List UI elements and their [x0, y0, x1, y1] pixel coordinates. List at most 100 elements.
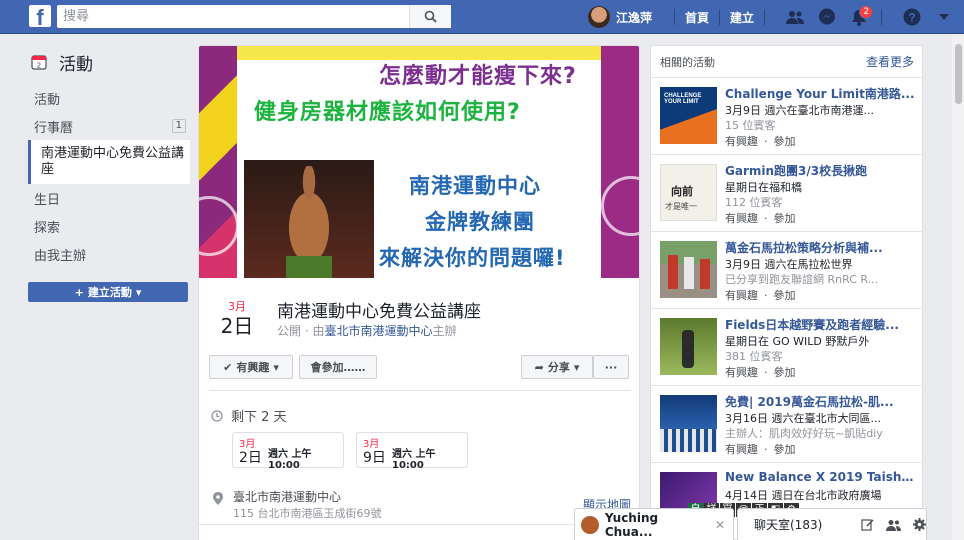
cover-text-line: 金牌教練團 [425, 210, 535, 234]
left-nav-item-label: 南港運動中心免費公益講座 [41, 146, 185, 177]
plus-icon: + [74, 285, 84, 299]
cover-text-line: 怎麼動才能瘦下來? [379, 64, 577, 89]
left-nav-item-current-event[interactable]: 南港運動中心免費公益講座 [28, 140, 190, 184]
calendar-icon: 2 [31, 55, 47, 70]
group-icon[interactable] [886, 519, 901, 531]
event-date-options: 3月 2日 週六 上午10:00 3月 9日 週六 上午10:00 [232, 432, 468, 471]
events-heading-label: 活動 [59, 54, 93, 75]
going-button[interactable]: 會參加…… [299, 355, 377, 379]
left-nav-item-birthdays[interactable]: 生日 [28, 184, 190, 212]
related-event-title[interactable]: 免費| 2019萬金石馬拉松-肌... [725, 393, 915, 410]
related-event-guests: 381 位賓客 [725, 350, 783, 363]
event-day: 2日 [220, 314, 254, 338]
join-link[interactable]: 參加 [774, 366, 796, 379]
related-event-thumbnail[interactable] [660, 318, 717, 375]
related-event-guests: 主辦人：肌肉效好好玩~凱貼diy [725, 427, 883, 440]
related-event-thumbnail[interactable] [660, 241, 717, 298]
see-more-link[interactable]: 查看更多 [866, 53, 914, 70]
help-icon[interactable]: ? [900, 5, 924, 29]
events-heading: 2 活動 [28, 48, 190, 76]
user-name-link[interactable]: 江逸萍 [616, 9, 652, 26]
join-link[interactable]: 參加 [774, 212, 796, 225]
chat-room-label: 聊天室(183) [754, 518, 823, 532]
facebook-logo[interactable]: f [29, 5, 51, 27]
related-event-item[interactable]: 向前 才是唯一 Garmin跑團3/3校長揪跑 星期日在福和橋 112 位賓客 … [651, 155, 922, 232]
search-input[interactable] [57, 5, 409, 28]
related-event-meta: 星期日在福和橋 [725, 181, 802, 194]
related-event-title[interactable]: Challenge Your Limit南港路... [725, 85, 915, 102]
more-options-icon: ··· [604, 360, 618, 374]
related-event-item[interactable]: 萬金石馬拉松策略分析與補... 3月9日 週六在馬拉松世界 已分享到跑友聯誼網 … [651, 232, 922, 309]
related-event-meta: 3月16日 週六在臺北市大同區... [725, 412, 881, 425]
related-event-title[interactable]: New Balance X 2019 Taishi... [725, 470, 915, 484]
notifications-icon[interactable]: 2 [847, 5, 874, 29]
search-button[interactable] [409, 5, 451, 28]
section-divider [209, 390, 631, 391]
home-link[interactable]: 首頁 [685, 9, 709, 26]
account-menu-chevron-icon[interactable] [932, 5, 956, 29]
related-event-guests: 已分享到跑友聯誼網 RnRC R... [725, 273, 879, 286]
clock-icon [211, 409, 223, 422]
nav-separator [719, 9, 721, 25]
related-event-title[interactable]: Garmin跑團3/3校長揪跑 [725, 162, 915, 179]
friend-requests-icon[interactable] [783, 5, 807, 29]
related-event-title[interactable]: 萬金石馬拉松策略分析與補... [725, 239, 915, 256]
create-link[interactable]: 建立 [730, 9, 754, 26]
location-name[interactable]: 臺北市南港運動中心 [233, 488, 341, 505]
cover-coach-photo [244, 160, 374, 278]
nav-separator [674, 9, 676, 25]
share-button[interactable]: ➦ 分享 ▾ [521, 355, 593, 379]
event-actions: ✔ 有興趣 ▾ 會參加…… ➦ 分享 ▾ ··· [209, 355, 631, 379]
chat-conversation-tab[interactable]: Yuching Chua... ✕ [574, 508, 734, 540]
left-nav-item-discover[interactable]: 探索 [28, 212, 190, 240]
left-nav-item-hosting[interactable]: 由我主辦 [28, 240, 190, 268]
create-event-button[interactable]: + 建立活動 ▾ [28, 282, 188, 302]
related-event-thumbnail[interactable] [660, 395, 717, 452]
compose-icon[interactable] [861, 518, 874, 531]
nav-separator [764, 9, 766, 25]
related-event-thumbnail[interactable]: 向前 才是唯一 [660, 164, 717, 221]
interested-link[interactable]: 有興趣 [725, 443, 758, 456]
interested-link[interactable]: 有興趣 [725, 289, 758, 302]
more-options-button[interactable]: ··· [593, 355, 629, 379]
close-icon[interactable]: ✕ [715, 518, 725, 532]
user-avatar[interactable] [588, 6, 610, 28]
related-event-guests: 15 位賓客 [725, 119, 776, 132]
dot-separator: · [764, 212, 768, 225]
related-events-panel: 相關的活動 查看更多 CHALLENGE YOUR LIMIT Challenge… [650, 45, 923, 540]
related-event-meta: 3月9日 週六在馬拉松世界 [725, 258, 853, 271]
page-scrollbar[interactable] [952, 34, 964, 540]
left-nav-item-calendar[interactable]: 行事曆 1 [28, 112, 190, 140]
related-event-item[interactable]: Fields日本越野賽及跑者經驗... 星期日在 GO WILD 野默戶外 38… [651, 309, 922, 386]
left-nav-item-events[interactable]: 活動 [28, 84, 190, 112]
join-link[interactable]: 參加 [774, 289, 796, 302]
interested-link[interactable]: 有興趣 [725, 366, 758, 379]
related-event-item[interactable]: 免費| 2019萬金石馬拉松-肌... 3月16日 週六在臺北市大同區... 主… [651, 386, 922, 463]
join-link[interactable]: 參加 [774, 443, 796, 456]
dot-separator: · [764, 135, 768, 148]
event-cover-image[interactable]: 怎麼動才能瘦下來? 健身房器材應該如何使用? 南港運動中心 金牌教練團 來解決你… [199, 46, 639, 278]
related-event-title[interactable]: Fields日本越野賽及跑者經驗... [725, 316, 915, 333]
date-option-day: 9日 [363, 450, 386, 466]
date-option-card[interactable]: 3月 2日 週六 上午10:00 [232, 432, 344, 471]
interested-button[interactable]: ✔ 有興趣 ▾ [209, 355, 293, 379]
event-card: 怎麼動才能瘦下來? 健身房器材應該如何使用? 南港運動中心 金牌教練團 來解決你… [198, 45, 640, 540]
events-left-nav: 2 活動 活動 行事曆 1 南港運動中心免費公益講座 生日 探索 由我主辦 + … [28, 48, 190, 302]
gear-icon[interactable] [913, 518, 926, 531]
related-event-actions: 有興趣 · 參加 [725, 364, 802, 380]
chevron-down-icon: ▾ [135, 285, 142, 299]
related-event-item[interactable]: CHALLENGE YOUR LIMIT Challenge Your Limit… [651, 78, 922, 155]
scrollbar-thumb[interactable] [955, 44, 962, 104]
interested-link[interactable]: 有興趣 [725, 135, 758, 148]
date-option-card[interactable]: 3月 9日 週六 上午10:00 [356, 432, 468, 471]
event-subtitle: 公開 · 由臺北市南港運動中心主辦 [277, 322, 456, 339]
join-link[interactable]: 參加 [774, 135, 796, 148]
chevron-down-icon: ▾ [273, 360, 279, 374]
chat-sidebar-bar[interactable]: 聊天室(183) [737, 508, 927, 540]
messenger-icon[interactable] [815, 5, 839, 29]
interested-link[interactable]: 有興趣 [725, 212, 758, 225]
event-host-link[interactable]: 臺北市南港運動中心 [324, 324, 432, 338]
event-title: 南港運動中心免費公益講座 [277, 302, 481, 322]
related-event-thumbnail[interactable]: CHALLENGE YOUR LIMIT [660, 87, 717, 144]
left-nav-item-label: 由我主辦 [34, 248, 87, 264]
